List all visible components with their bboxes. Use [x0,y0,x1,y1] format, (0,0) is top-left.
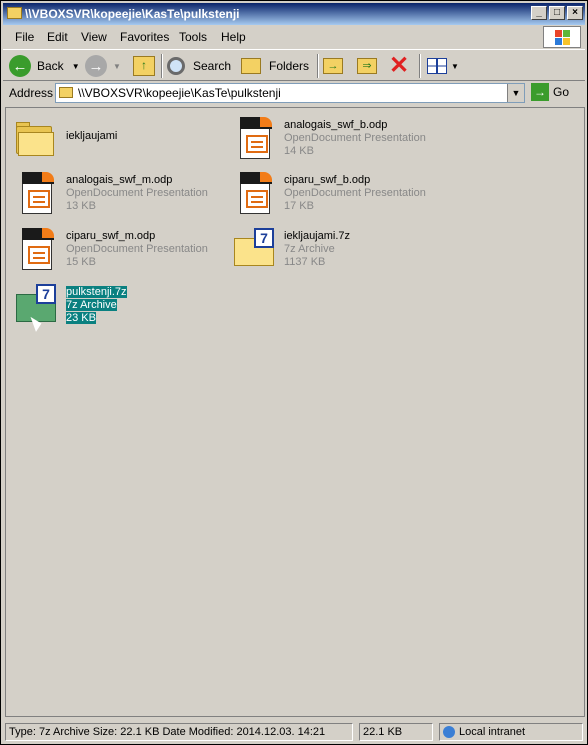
file-size: 15 KB [66,256,96,268]
explorer-window: \\VBOXSVR\kopeejie\KasTe\pulkstenji _ □ … [0,0,588,745]
file-name: ciparu_swf_b.odp [284,174,371,186]
back-label: Back [37,59,64,73]
go-button[interactable]: → Go [531,83,569,101]
menu-tools[interactable]: Tools [179,30,207,44]
file-type: OpenDocument Presentation [284,187,426,199]
menu-favorites[interactable]: Favorites [120,30,169,44]
file-item[interactable]: analogais_swf_b.odp OpenDocument Present… [230,113,470,163]
forward-arrow-icon: → [85,55,107,77]
file-item[interactable]: 7 iekljaujami.7z 7z Archive 1137 KB [230,224,470,274]
windows-logo-icon [543,26,581,48]
file-size: 14 KB [284,145,314,157]
file-name: iekljaujami [66,130,118,142]
menu-view[interactable]: View [81,30,107,44]
presentation-icon [230,113,280,163]
menu-bar: File Edit View Favorites Tools Help [3,27,585,47]
file-type: 7z Archive [66,299,117,311]
file-size: 1137 KB [284,256,326,268]
window-controls: _ □ × [531,6,583,20]
file-item[interactable]: iekljaujami [12,116,212,166]
back-arrow-icon: ← [9,55,31,77]
address-dropdown-icon[interactable]: ▼ [507,84,524,102]
up-folder-button[interactable]: ↑ [133,54,155,78]
file-type: OpenDocument Presentation [66,243,208,255]
status-bar: Type: 7z Archive Size: 22.1 KB Date Modi… [3,721,585,743]
status-details: Type: 7z Archive Size: 22.1 KB Date Modi… [5,723,353,741]
views-icon [427,58,447,74]
toolbar: ← Back ▼ → ▼ ↑ Search Folders → ⇒ ✕ ▼ [3,49,585,81]
menu-file[interactable]: File [15,30,34,44]
back-dropdown-icon[interactable]: ▼ [72,62,80,71]
file-size: 13 KB [66,200,96,212]
search-button[interactable]: Search [167,54,231,78]
up-folder-icon: ↑ [133,56,155,76]
status-zone: Local intranet [439,723,583,741]
address-label: Address [9,86,54,100]
file-name: ciparu_swf_m.odp [66,230,156,242]
window-title: \\VBOXSVR\kopeejie\KasTe\pulkstenji [25,7,240,21]
presentation-icon [12,224,62,274]
file-view[interactable]: iekljaujami analogais_swf_b.odp OpenDocu… [5,107,585,717]
forward-button[interactable]: → ▼ [85,54,121,78]
globe-icon [443,726,455,739]
menu-help[interactable]: Help [221,30,246,44]
folders-icon [241,58,261,74]
views-dropdown-icon[interactable]: ▼ [451,62,459,71]
title-bar[interactable]: \\VBOXSVR\kopeejie\KasTe\pulkstenji _ □ … [3,3,585,25]
views-button[interactable]: ▼ [427,54,459,78]
file-size: 17 KB [284,200,314,212]
presentation-icon [12,168,62,218]
folder-icon [7,7,22,19]
file-type: OpenDocument Presentation [66,187,208,199]
address-input[interactable]: \\VBOXSVR\kopeejie\KasTe\pulkstenji ▼ [55,83,525,103]
zone-label: Local intranet [459,726,526,738]
search-label: Search [193,59,232,73]
address-bar: Address \\VBOXSVR\kopeejie\KasTe\pulkste… [3,82,585,104]
move-to-icon: → [323,58,343,74]
forward-dropdown-icon[interactable]: ▼ [113,62,121,71]
copy-to-button[interactable]: ⇒ [357,54,377,78]
file-type: 7z Archive [284,243,335,255]
close-button[interactable]: × [567,6,583,20]
delete-icon: ✕ [389,52,410,79]
file-item[interactable]: ciparu_swf_m.odp OpenDocument Presentati… [12,224,222,274]
folder-icon [12,116,62,166]
back-button[interactable]: ← Back ▼ [9,54,80,78]
minimize-button[interactable]: _ [531,6,547,20]
file-item-selected[interactable]: 7 pulkstenji.7z 7z Archive 23 KB [12,280,222,330]
file-item[interactable]: analogais_swf_m.odp OpenDocument Present… [12,168,222,218]
folders-label: Folders [269,59,310,73]
file-type: OpenDocument Presentation [284,132,426,144]
folders-button[interactable]: Folders [241,54,309,78]
file-size: 23 KB [66,312,96,324]
address-path: \\VBOXSVR\kopeejie\KasTe\pulkstenji [78,86,281,100]
folder-icon [59,87,73,98]
presentation-icon [230,168,280,218]
file-name: analogais_swf_m.odp [66,174,173,186]
menu-edit[interactable]: Edit [47,30,68,44]
file-name: pulkstenji.7z [66,286,127,298]
file-name: iekljaujami.7z [284,230,351,242]
file-name: analogais_swf_b.odp [284,119,388,131]
go-label: Go [553,85,570,99]
move-to-button[interactable]: → [323,54,343,78]
status-size: 22.1 KB [359,723,433,741]
copy-to-icon: ⇒ [357,58,377,74]
file-item[interactable]: ciparu_swf_b.odp OpenDocument Presentati… [230,168,470,218]
archive-icon: 7 [230,224,280,274]
maximize-button[interactable]: □ [549,6,565,20]
go-arrow-icon: → [531,83,549,101]
search-icon [167,57,185,75]
delete-button[interactable]: ✕ [389,54,409,78]
